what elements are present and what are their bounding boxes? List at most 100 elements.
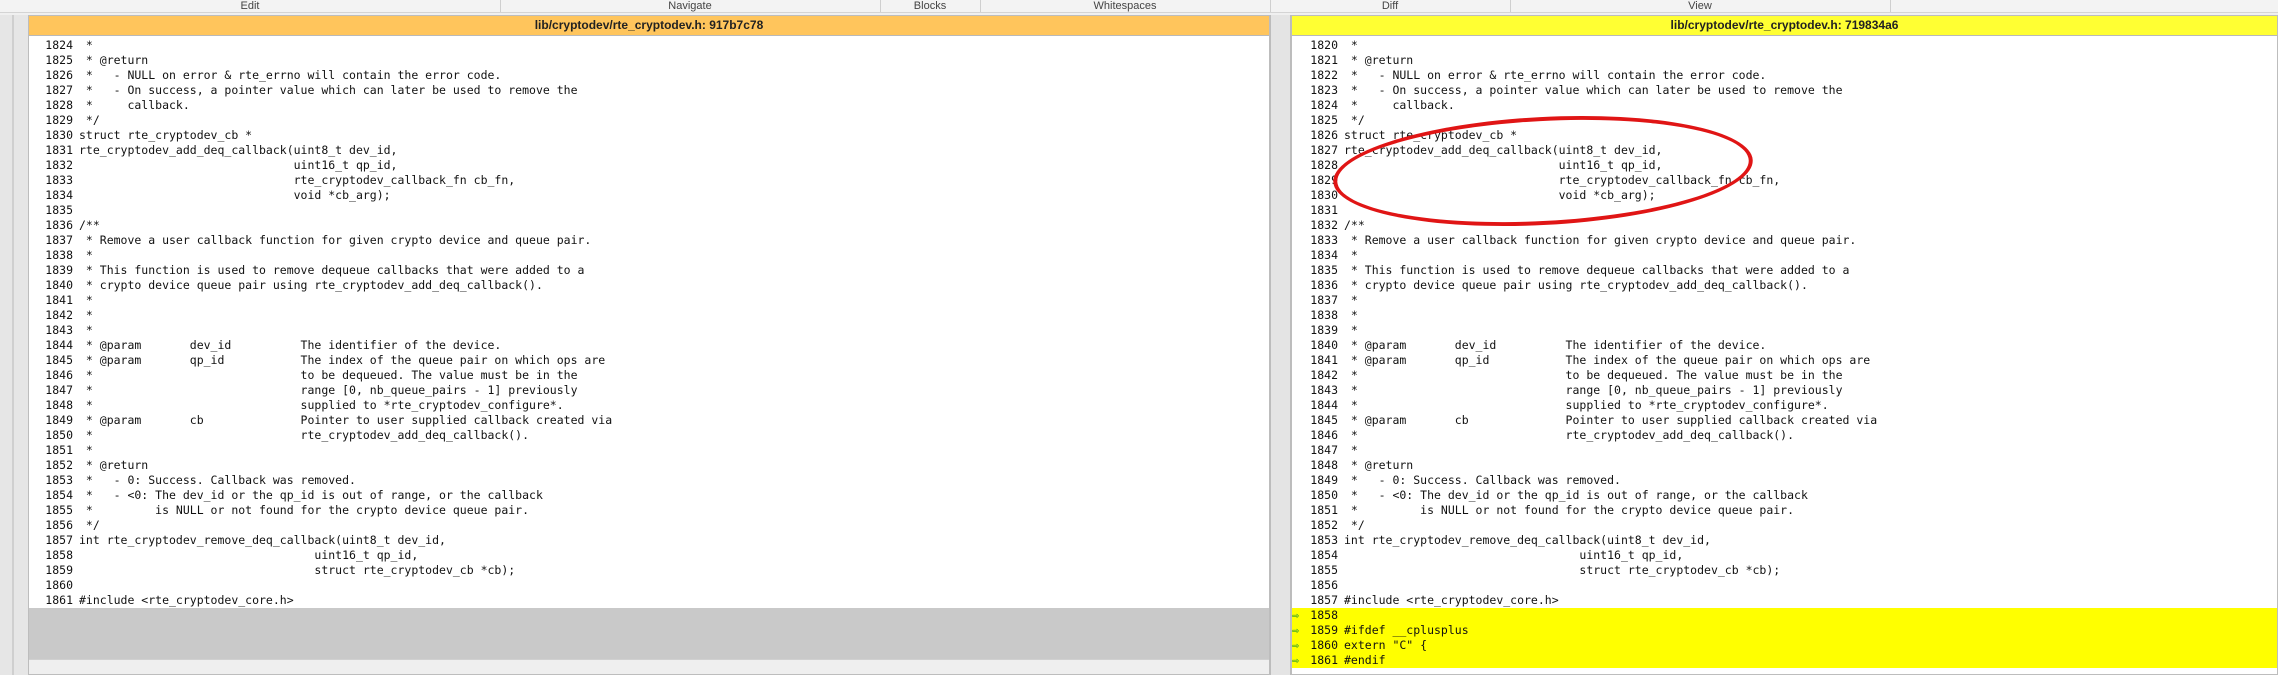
code-line[interactable]: 1857 #include <rte_cryptodev_core.h> [1292,593,2277,608]
code-line[interactable]: 1850 * - <0: The dev_id or the qp_id is … [1292,488,2277,503]
code-line[interactable]: ⇨ 1861 #endif [1292,653,2277,668]
code-line[interactable]: 1855 struct rte_cryptodev_cb *cb); [1292,563,2277,578]
menu-diff[interactable]: Diff [1270,0,1511,12]
code-line[interactable]: 1835 * This function is used to remove d… [1292,263,2277,278]
menu-view[interactable]: View [1510,0,1891,12]
code-line[interactable]: 1854 uint16_t qp_id, [1292,548,2277,563]
code-line[interactable]: 1831 [1292,203,2277,218]
code-line[interactable]: 1828 uint16_t qp_id, [1292,158,2277,173]
line-number: 1840 [1310,338,1338,352]
code-line[interactable]: 1832 /** [1292,218,2277,233]
menu-whitespaces[interactable]: Whitespaces [980,0,1271,12]
code-line[interactable]: 1827 rte_cryptodev_add_deq_callback(uint8… [1292,143,2277,158]
code-line[interactable]: 1843 * range [0, nb_queue_pairs - 1] pre… [1292,383,2277,398]
menu-edit[interactable]: Edit [0,0,501,12]
code-line[interactable]: 1841 * [29,293,1269,308]
code-line[interactable]: 1836 /** [29,218,1269,233]
code-line[interactable]: 1849 * @param cb Pointer to user supplie… [29,413,1269,428]
line-text: * [1344,248,1358,262]
code-line[interactable]: 1846 * rte_cryptodev_add_deq_callback(). [1292,428,2277,443]
code-line[interactable]: 1834 * [1292,248,2277,263]
code-line[interactable]: 1851 * is NULL or not found for the cryp… [1292,503,2277,518]
code-line[interactable]: 1856 */ [29,518,1269,533]
code-line[interactable]: 1857 int rte_cryptodev_remove_deq_callbac… [29,533,1269,548]
code-line[interactable]: ⇨ 1860 extern "C" { [1292,638,2277,653]
code-line[interactable]: ⇨ 1859 #ifdef __cplusplus [1292,623,2277,638]
code-line[interactable]: 1835 [29,203,1269,218]
menu-blocks[interactable]: Blocks [880,0,981,12]
code-line[interactable]: 1833 * Remove a user callback function f… [1292,233,2277,248]
added-line-arrow-icon: ⇨ [1292,608,1299,622]
right-pane[interactable]: lib/cryptodev/rte_cryptodev.h: 719834a6 … [1291,15,2278,675]
code-line[interactable]: 1855 * is NULL or not found for the cryp… [29,503,1269,518]
code-line[interactable]: 1852 * @return [29,458,1269,473]
code-line[interactable]: 1839 * This function is used to remove d… [29,263,1269,278]
code-line[interactable]: 1820 * [1292,38,2277,53]
code-line[interactable]: 1848 * @return [1292,458,2277,473]
left-pane[interactable]: lib/cryptodev/rte_cryptodev.h: 917b7c78 … [28,15,1270,675]
code-line[interactable]: 1828 * callback. [29,98,1269,113]
line-text: /** [79,218,100,232]
code-line[interactable]: 1843 * [29,323,1269,338]
line-number: 1855 [1310,563,1338,577]
code-line[interactable]: 1853 * - 0: Success. Callback was remove… [29,473,1269,488]
right-code-area[interactable]: 1820 * 1821 * @return 1822 * - NULL on err… [1292,36,2277,668]
code-line[interactable]: 1854 * - <0: The dev_id or the qp_id is … [29,488,1269,503]
code-line[interactable]: 1821 * @return [1292,53,2277,68]
code-line[interactable]: 1838 * [1292,308,2277,323]
code-line[interactable]: 1823 * - On success, a pointer value whi… [1292,83,2277,98]
code-line[interactable]: 1829 */ [29,113,1269,128]
code-line[interactable]: 1845 * @param cb Pointer to user supplie… [1292,413,2277,428]
code-line[interactable]: ⇨ 1858 [1292,608,2277,623]
code-line[interactable]: 1859 struct rte_cryptodev_cb *cb); [29,563,1269,578]
code-line[interactable]: 1851 * [29,443,1269,458]
code-line[interactable]: 1837 * Remove a user callback function f… [29,233,1269,248]
code-line[interactable]: 1847 * [1292,443,2277,458]
code-line[interactable]: 1852 */ [1292,518,2277,533]
code-line[interactable]: 1841 * @param qp_id The index of the que… [1292,353,2277,368]
code-line[interactable]: 1822 * - NULL on error & rte_errno will … [1292,68,2277,83]
code-line[interactable]: 1856 [1292,578,2277,593]
code-line[interactable]: 1825 */ [1292,113,2277,128]
code-line[interactable]: 1848 * supplied to *rte_cryptodev_config… [29,398,1269,413]
code-line[interactable]: 1837 * [1292,293,2277,308]
code-line[interactable]: 1853 int rte_cryptodev_remove_deq_callbac… [1292,533,2277,548]
line-text: * - NULL on error & rte_errno will conta… [79,68,502,82]
code-line[interactable]: 1834 void *cb_arg); [29,188,1269,203]
code-line[interactable]: 1858 uint16_t qp_id, [29,548,1269,563]
left-horizontal-scrollbar[interactable] [29,659,1269,674]
diff-divider[interactable] [1270,15,1291,675]
code-line[interactable]: 1824 * [29,38,1269,53]
code-line[interactable]: 1830 struct rte_cryptodev_cb * [29,128,1269,143]
code-line[interactable]: 1833 rte_cryptodev_callback_fn cb_fn, [29,173,1269,188]
line-number: 1839 [45,263,73,277]
code-line[interactable]: 1829 rte_cryptodev_callback_fn cb_fn, [1292,173,2277,188]
code-line[interactable]: 1847 * range [0, nb_queue_pairs - 1] pre… [29,383,1269,398]
code-line[interactable]: 1842 * to be dequeued. The value must be… [1292,368,2277,383]
code-line[interactable]: 1826 struct rte_cryptodev_cb * [1292,128,2277,143]
code-line[interactable]: 1850 * rte_cryptodev_add_deq_callback(). [29,428,1269,443]
code-line[interactable]: 1838 * [29,248,1269,263]
code-line[interactable]: 1849 * - 0: Success. Callback was remove… [1292,473,2277,488]
code-line[interactable]: 1844 * @param dev_id The identifier of t… [29,338,1269,353]
code-line[interactable]: 1840 * @param dev_id The identifier of t… [1292,338,2277,353]
code-line[interactable]: 1840 * crypto device queue pair using rt… [29,278,1269,293]
line-text: * @param qp_id The index of the queue pa… [79,353,606,367]
left-code-area[interactable]: 1824 * 1825 * @return 1826 * - NULL on err… [29,36,1269,608]
code-line[interactable]: 1832 uint16_t qp_id, [29,158,1269,173]
code-line[interactable]: 1826 * - NULL on error & rte_errno will … [29,68,1269,83]
code-line[interactable]: 1827 * - On success, a pointer value whi… [29,83,1269,98]
code-line[interactable]: 1825 * @return [29,53,1269,68]
code-line[interactable]: 1831 rte_cryptodev_add_deq_callback(uint8… [29,143,1269,158]
code-line[interactable]: 1860 [29,578,1269,593]
code-line[interactable]: 1844 * supplied to *rte_cryptodev_config… [1292,398,2277,413]
code-line[interactable]: 1846 * to be dequeued. The value must be… [29,368,1269,383]
code-line[interactable]: 1830 void *cb_arg); [1292,188,2277,203]
code-line[interactable]: 1836 * crypto device queue pair using rt… [1292,278,2277,293]
code-line[interactable]: 1824 * callback. [1292,98,2277,113]
code-line[interactable]: 1842 * [29,308,1269,323]
code-line[interactable]: 1839 * [1292,323,2277,338]
code-line[interactable]: 1845 * @param qp_id The index of the que… [29,353,1269,368]
code-line[interactable]: 1861 #include <rte_cryptodev_core.h> [29,593,1269,608]
menu-navigate[interactable]: Navigate [500,0,881,12]
